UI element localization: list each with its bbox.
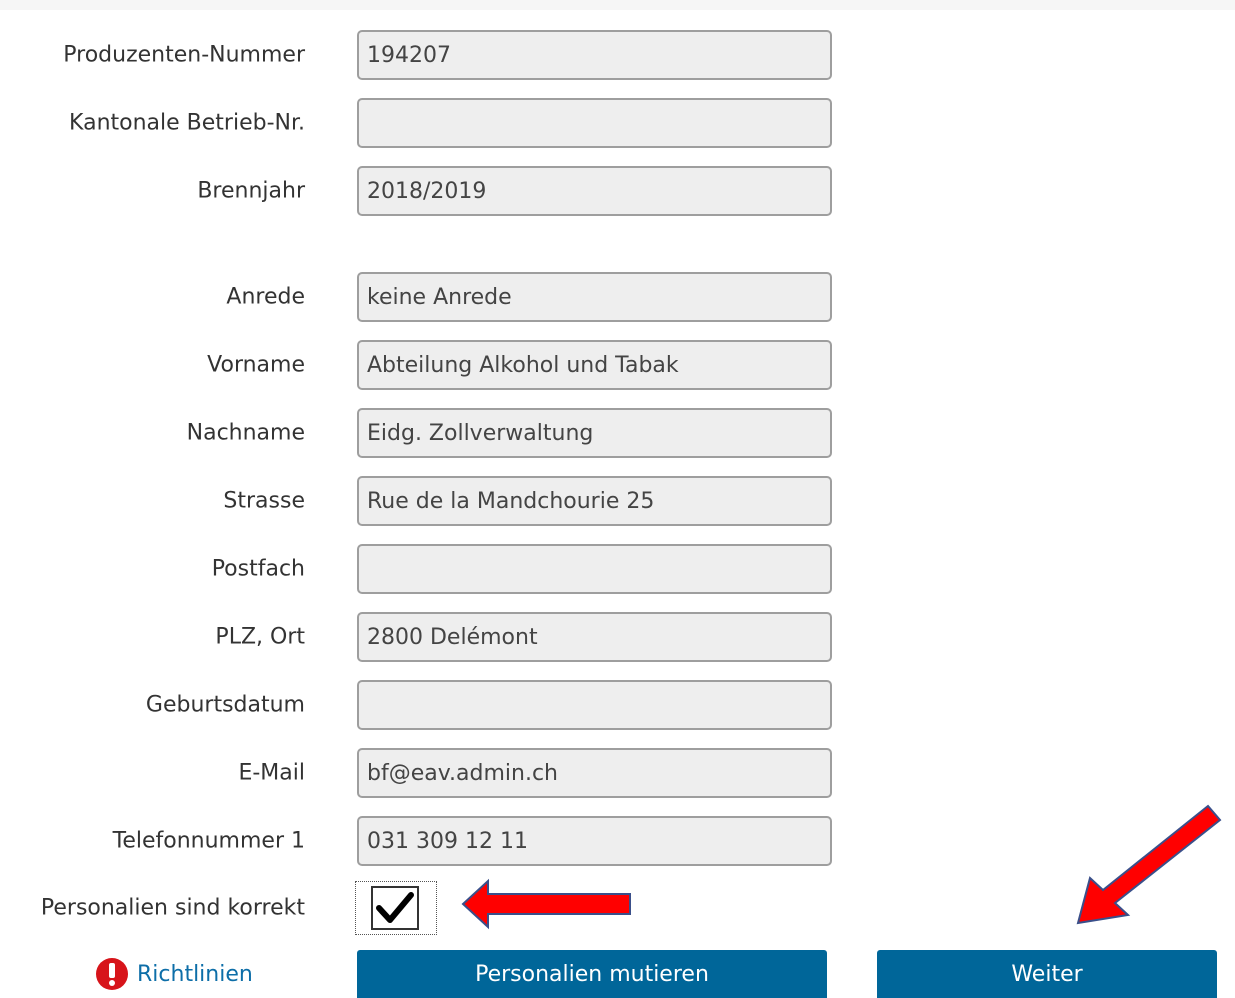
nachname-field[interactable] (357, 408, 832, 458)
row-strasse: Strasse (0, 476, 1235, 526)
label-produzenten-nummer: Produzenten-Nummer (63, 42, 305, 68)
label-vorname: Vorname (207, 352, 305, 378)
richtlinien-link[interactable]: Richtlinien (137, 962, 253, 987)
row-brennjahr: Brennjahr (0, 166, 1235, 216)
brennjahr-field[interactable] (357, 166, 832, 216)
kantonale-betrieb-nr-field[interactable] (357, 98, 832, 148)
richtlinien[interactable]: Richtlinien (95, 954, 253, 994)
postfach-field[interactable] (357, 544, 832, 594)
weiter-button[interactable]: Weiter (877, 950, 1217, 998)
row-vorname: Vorname (0, 340, 1235, 390)
strasse-field[interactable] (357, 476, 832, 526)
label-strasse: Strasse (223, 488, 305, 514)
label-geburtsdatum: Geburtsdatum (145, 692, 305, 718)
label-telefonnummer: Telefonnummer 1 (112, 828, 305, 854)
row-nachname: Nachname (0, 408, 1235, 458)
plz-ort-field[interactable] (357, 612, 832, 662)
checkmark-icon (376, 892, 414, 923)
top-strip (0, 0, 1235, 10)
personalien-korrekt-checkbox[interactable] (371, 886, 419, 930)
label-anrede: Anrede (226, 284, 305, 310)
row-produzenten-nummer: Produzenten-Nummer (0, 30, 1235, 80)
email-field[interactable] (357, 748, 832, 798)
label-email: E-Mail (238, 760, 305, 786)
label-kantonale-betrieb-nr: Kantonale Betrieb-Nr. (69, 110, 305, 136)
annotation-arrow-left-icon (461, 878, 631, 930)
label-personalien-korrekt: Personalien sind korrekt (40, 895, 305, 921)
vorname-field[interactable] (357, 340, 832, 390)
produzenten-nummer-field[interactable] (357, 30, 832, 80)
row-telefonnummer: Telefonnummer 1 (0, 816, 1235, 866)
row-plz-ort: PLZ, Ort (0, 612, 1235, 662)
row-postfach: Postfach (0, 544, 1235, 594)
geburtsdatum-field[interactable] (357, 680, 832, 730)
label-postfach: Postfach (211, 556, 305, 582)
annotation-arrow-diagonal-icon (1076, 804, 1222, 925)
personalien-mutieren-button[interactable]: Personalien mutieren (357, 950, 827, 998)
telefonnummer-field[interactable] (357, 816, 832, 866)
label-plz-ort: PLZ, Ort (215, 624, 305, 650)
row-email: E-Mail (0, 748, 1235, 798)
anrede-field[interactable] (357, 272, 832, 322)
label-brennjahr: Brennjahr (197, 178, 305, 204)
row-anrede: Anrede (0, 272, 1235, 322)
checkbox-focus-outline (355, 881, 437, 935)
label-nachname: Nachname (186, 420, 305, 446)
row-geburtsdatum: Geburtsdatum (0, 680, 1235, 730)
exclamation-circle-icon (96, 958, 128, 990)
row-kantonale-betrieb-nr: Kantonale Betrieb-Nr. (0, 98, 1235, 148)
